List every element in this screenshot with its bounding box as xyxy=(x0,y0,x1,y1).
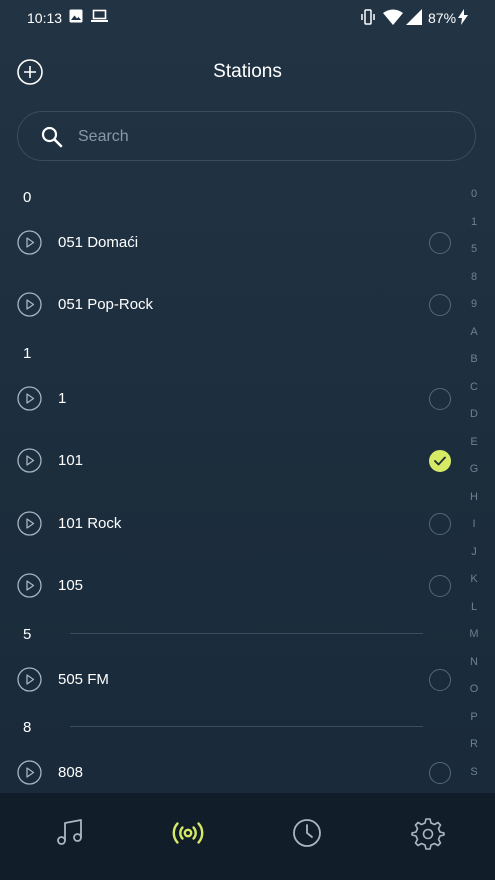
index-letter[interactable]: A xyxy=(460,326,488,354)
index-letter[interactable]: 8 xyxy=(460,271,488,299)
station-select-radio[interactable] xyxy=(429,669,451,691)
station-name: 1 xyxy=(58,390,67,407)
index-letter[interactable]: I xyxy=(460,518,488,546)
station-row[interactable]: 101 xyxy=(0,441,495,481)
station-name: 105 xyxy=(58,577,84,594)
laptop-notification-icon xyxy=(91,9,108,28)
section-divider xyxy=(70,633,423,634)
index-letter[interactable]: H xyxy=(460,491,488,519)
search-input[interactable]: Search xyxy=(17,111,476,161)
vibrate-icon xyxy=(361,9,375,30)
station-row[interactable]: 1 xyxy=(0,379,495,419)
index-letter[interactable]: C xyxy=(460,381,488,409)
index-letter[interactable]: S xyxy=(460,766,488,794)
station-select-radio[interactable] xyxy=(429,513,451,535)
wifi-icon xyxy=(383,9,403,30)
nav-history-button[interactable] xyxy=(287,813,327,853)
station-select-radio[interactable] xyxy=(429,575,451,597)
station-name: 505 FM xyxy=(58,671,109,688)
play-icon[interactable] xyxy=(17,292,42,317)
search-placeholder: Search xyxy=(78,128,129,145)
station-name: 808 xyxy=(58,764,84,781)
station-name: 101 xyxy=(58,452,84,469)
station-row[interactable]: 808 xyxy=(0,753,495,793)
play-icon[interactable] xyxy=(17,230,42,255)
index-letter[interactable]: P xyxy=(460,711,488,739)
station-name: 051 Pop-Rock xyxy=(58,296,154,313)
nav-stations-button[interactable] xyxy=(168,813,208,853)
section-header: 5 xyxy=(23,626,32,643)
charging-bolt-icon xyxy=(458,9,468,30)
station-select-radio[interactable] xyxy=(429,294,451,316)
index-letter[interactable]: D xyxy=(460,408,488,436)
index-letter[interactable]: 1 xyxy=(460,216,488,244)
index-letter[interactable]: J xyxy=(460,546,488,574)
index-letter[interactable]: 0 xyxy=(460,188,488,216)
play-icon[interactable] xyxy=(17,386,42,411)
clock-icon xyxy=(293,819,321,847)
radio-broadcast-icon xyxy=(172,822,204,844)
gear-icon xyxy=(411,818,445,850)
check-icon xyxy=(434,456,446,466)
index-letter[interactable]: L xyxy=(460,601,488,629)
section-header: 8 xyxy=(23,719,32,736)
cellular-signal-icon xyxy=(406,9,422,30)
station-select-radio[interactable] xyxy=(429,762,451,784)
nav-settings-button[interactable] xyxy=(408,813,448,853)
station-select-radio[interactable] xyxy=(429,232,451,254)
status-bar: 10:13 87% xyxy=(0,0,495,36)
station-row[interactable]: 105 xyxy=(0,566,495,606)
station-name: 051 Domaći xyxy=(58,234,139,251)
index-letter[interactable]: N xyxy=(460,656,488,684)
image-notification-icon xyxy=(69,9,83,28)
index-letter[interactable]: R xyxy=(460,738,488,766)
station-name: 101 Rock xyxy=(58,515,122,532)
play-icon[interactable] xyxy=(17,511,42,536)
index-letter[interactable]: K xyxy=(460,573,488,601)
station-row[interactable]: 051 Domaći xyxy=(0,223,495,263)
section-divider xyxy=(70,726,423,727)
play-icon[interactable] xyxy=(17,448,42,473)
station-select-radio[interactable] xyxy=(429,388,451,410)
index-letter[interactable]: B xyxy=(460,353,488,381)
station-row[interactable]: 101 Rock xyxy=(0,504,495,544)
play-icon[interactable] xyxy=(17,667,42,692)
play-icon[interactable] xyxy=(17,760,42,785)
index-letter[interactable]: G xyxy=(460,463,488,491)
section-header: 0 xyxy=(23,189,32,206)
station-row[interactable]: 505 FM xyxy=(0,660,495,700)
nav-library-button[interactable] xyxy=(50,813,90,853)
station-select-radio-checked[interactable] xyxy=(429,450,451,472)
bottom-navigation xyxy=(0,793,495,880)
status-time: 10:13 xyxy=(27,10,63,26)
index-letter[interactable]: 9 xyxy=(460,298,488,326)
search-icon xyxy=(41,126,63,153)
index-letter[interactable]: E xyxy=(460,436,488,464)
index-letter[interactable]: 5 xyxy=(460,243,488,271)
station-row[interactable]: 051 Pop-Rock xyxy=(0,285,495,325)
index-letter[interactable]: M xyxy=(460,628,488,656)
page-title: Stations xyxy=(213,61,282,82)
section-header: 1 xyxy=(23,345,32,362)
battery-percentage: 87% xyxy=(428,10,457,26)
alphabet-index[interactable]: 0 1 5 8 9 A B C D E G H I J K L M N O P … xyxy=(460,188,488,793)
play-icon[interactable] xyxy=(17,573,42,598)
music-note-icon xyxy=(57,819,82,845)
index-letter[interactable]: O xyxy=(460,683,488,711)
